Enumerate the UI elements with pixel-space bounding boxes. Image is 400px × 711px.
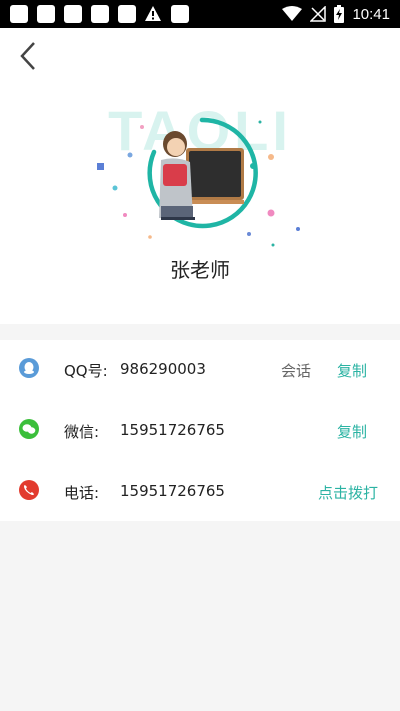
phone-label: 电话:	[64, 484, 100, 502]
wifi-icon	[282, 6, 303, 21]
qq-chat-button[interactable]: 会话	[281, 360, 311, 381]
contact-row-qq: QQ号: 986290003 会话 复制	[0, 340, 400, 400]
status-bar: 10:41	[0, 0, 400, 28]
notification-icon	[171, 5, 189, 23]
notification-icon	[118, 5, 136, 23]
warning-icon	[145, 6, 161, 21]
phone-value: 15951726765	[120, 482, 225, 500]
notification-icon	[10, 5, 28, 23]
contact-row-wechat: 微信: 15951726765 复制	[0, 401, 400, 461]
contact-list: QQ号: 986290003 会话 复制 微信: 15951726765 复制 …	[0, 340, 400, 521]
no-signal-icon	[310, 6, 327, 22]
notification-icon	[64, 5, 82, 23]
notification-icon	[91, 5, 109, 23]
notification-icon	[37, 5, 55, 23]
wechat-copy-button[interactable]: 复制	[337, 421, 367, 442]
wechat-value: 15951726765	[120, 421, 225, 439]
battery-charging-icon	[334, 5, 345, 23]
qq-icon	[19, 358, 39, 378]
teacher-illustration: TAOLI	[97, 100, 300, 247]
wechat-label: 微信:	[64, 423, 100, 441]
qq-label: QQ号:	[64, 362, 108, 380]
phone-icon	[19, 480, 39, 500]
profile-header: TAOLI 张老师	[0, 28, 400, 324]
contact-row-phone: 电话: 15951726765 点击拨打	[0, 462, 400, 522]
qq-value: 986290003	[120, 360, 206, 378]
teacher-name: 张老师	[170, 258, 230, 282]
phone-call-button[interactable]: 点击拨打	[318, 482, 378, 503]
chevron-left-icon	[20, 42, 35, 70]
status-right: 10:41	[282, 0, 390, 28]
section-divider	[0, 324, 400, 340]
qq-copy-button[interactable]: 复制	[337, 360, 367, 381]
back-button[interactable]	[12, 38, 44, 74]
status-time: 10:41	[352, 5, 390, 23]
wechat-icon	[19, 419, 39, 439]
empty-area	[0, 521, 400, 711]
